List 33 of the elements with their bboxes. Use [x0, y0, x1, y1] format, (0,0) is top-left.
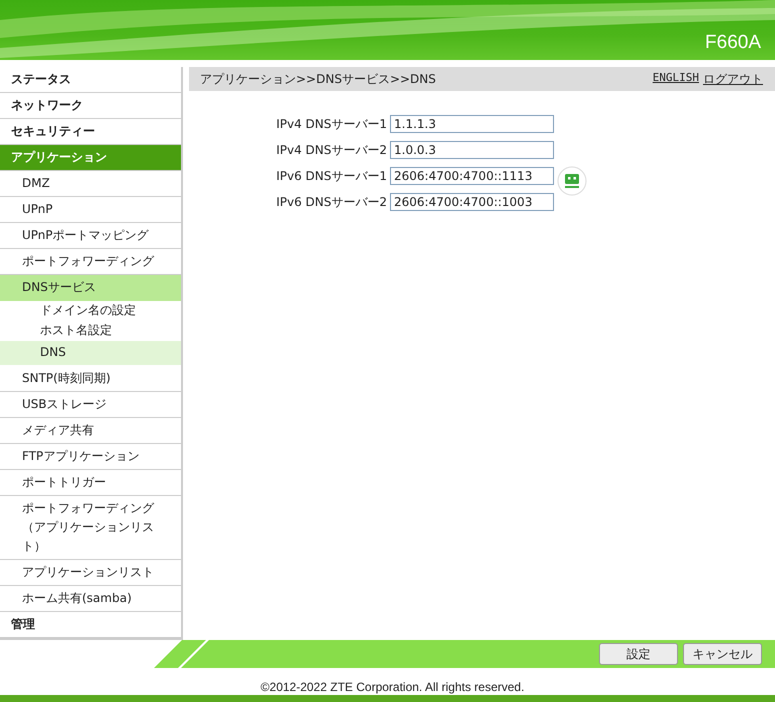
input-field[interactable]: 2606:4700:4700::1003	[390, 193, 554, 211]
input-field[interactable]: 1.1.1.3	[390, 115, 554, 133]
form-button[interactable]: キャンセル	[683, 643, 762, 665]
sidebar-item[interactable]: ネットワーク	[0, 93, 181, 119]
sidebar-item[interactable]: FTPアプリケーション	[0, 444, 181, 470]
sidebar-item[interactable]: アプリケーションリスト	[0, 560, 181, 586]
sidebar-item[interactable]: DNSサービス	[0, 275, 181, 301]
sidebar-item[interactable]: DNS	[0, 341, 181, 366]
field-label: IPv4 DNSサーバー1	[275, 116, 387, 132]
copyright: ©2012-2022 ZTE Corporation. All rights reserved.	[260, 680, 526, 694]
sidebar-item[interactable]: ポートトリガー	[0, 470, 181, 496]
sidebar-item[interactable]: UPnP	[0, 197, 181, 223]
sidebar-item[interactable]: USBストレージ	[0, 392, 181, 418]
sidebar-item[interactable]: 管理	[0, 612, 181, 638]
sidebar-item[interactable]: ポートフォワーディング（アプリケーションリスト）	[0, 496, 181, 560]
sidebar-item[interactable]: メディア共有	[0, 418, 181, 444]
sidebar-item[interactable]: SNTP(時刻同期)	[0, 366, 181, 392]
sidebar-item[interactable]: UPnPポートマッピング	[0, 223, 181, 249]
header-link[interactable]: ENGLISH	[652, 70, 699, 88]
screen-icon[interactable]	[557, 166, 587, 196]
field-label: IPv6 DNSサーバー2	[275, 194, 387, 210]
input-field[interactable]: 2606:4700:4700::1113	[390, 167, 554, 185]
sidebar-item[interactable]: ステータス	[0, 67, 181, 93]
header-link[interactable]: ログアウト	[703, 70, 763, 88]
input-field[interactable]: 1.0.0.3	[390, 141, 554, 159]
sidebar-item[interactable]: DMZ	[0, 171, 181, 197]
sidebar-item[interactable]: ホーム共有(samba)	[0, 586, 181, 612]
sidebar-item[interactable]: ドメイン名の設定	[0, 301, 181, 321]
model-name: F660A	[705, 32, 761, 54]
field-label: IPv6 DNSサーバー1	[275, 168, 387, 184]
breadcrumb: アプリケーション>>DNSサービス>>DNS	[200, 70, 436, 88]
field-label: IPv4 DNSサーバー2	[275, 142, 387, 158]
form-button[interactable]: 設定	[599, 643, 678, 665]
